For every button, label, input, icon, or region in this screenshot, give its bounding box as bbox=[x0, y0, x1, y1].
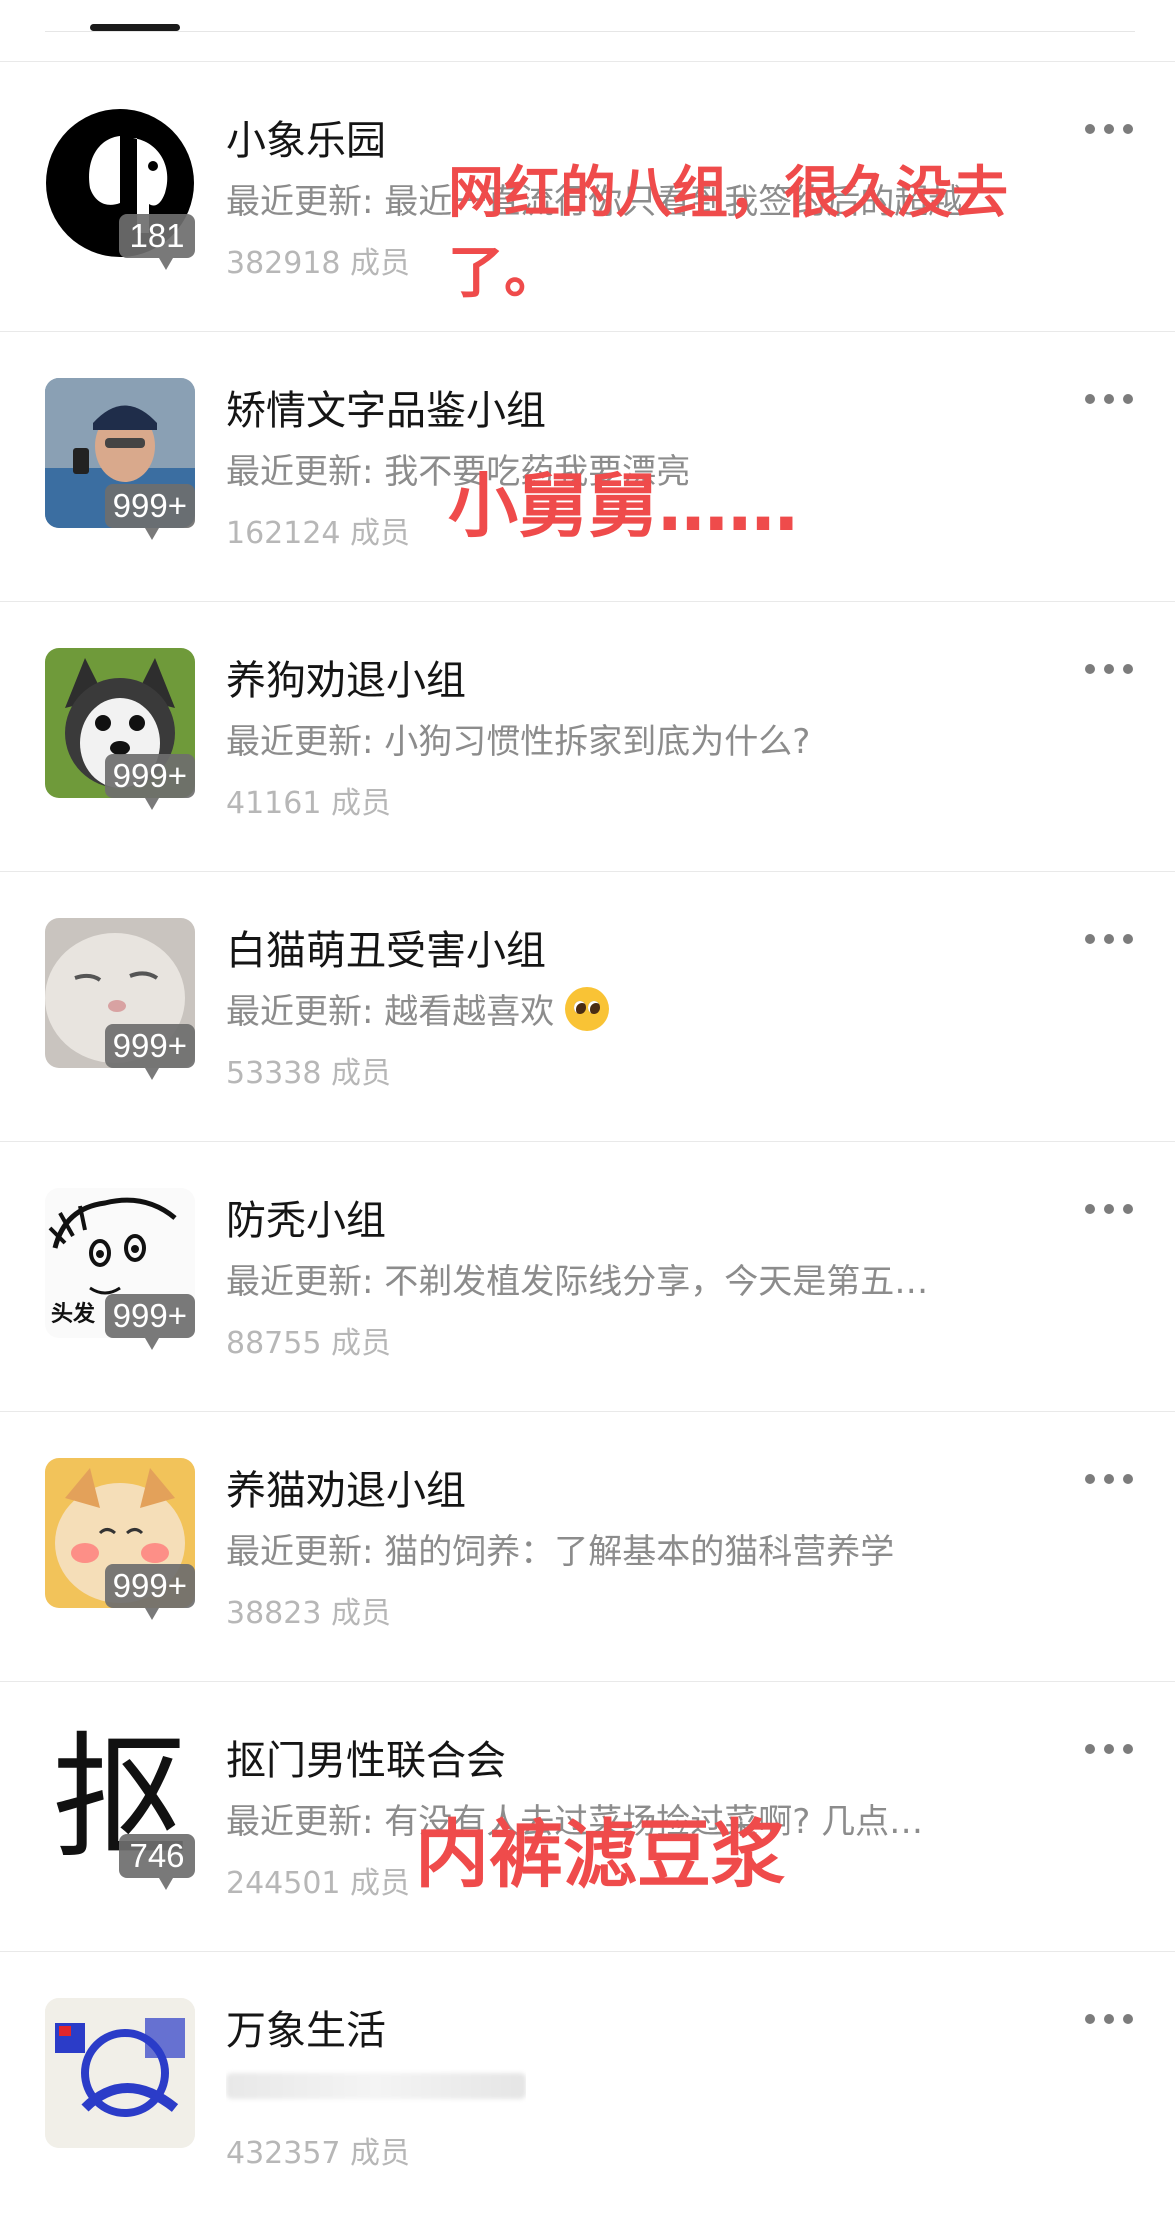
group-title[interactable]: 万象生活 bbox=[226, 1998, 386, 2056]
member-count: 382918 成员 bbox=[226, 246, 411, 281]
unread-count-badge: 999+ bbox=[104, 1024, 195, 1080]
unread-count-badge: 999+ bbox=[104, 754, 195, 810]
group-title[interactable]: 白猫萌丑受害小组 bbox=[226, 918, 546, 976]
group-title[interactable]: 抠门男性联合会 bbox=[226, 1728, 506, 1786]
group-avatar[interactable]: 999+ bbox=[45, 378, 195, 540]
member-count: 244501 成员 bbox=[226, 1866, 411, 1901]
member-count: 53338 成员 bbox=[226, 1056, 391, 1091]
group-row[interactable]: 999+ 养狗劝退小组 最近更新: 小狗习惯性拆家到底为什么? 41161 成员 bbox=[0, 601, 1175, 871]
group-title[interactable]: 矫情文字品鉴小组 bbox=[226, 378, 546, 436]
member-count: 88755 成员 bbox=[226, 1326, 391, 1361]
member-count: 432357 成员 bbox=[226, 2136, 411, 2171]
unread-count-badge: 999+ bbox=[104, 1564, 195, 1620]
group-row[interactable]: 万象生活 432357 成员 bbox=[0, 1951, 1175, 2221]
group-row[interactable]: 999+ 白猫萌丑受害小组 最近更新: 越看越喜欢 53338 成员 bbox=[0, 871, 1175, 1141]
group-row[interactable]: 999+ 养猫劝退小组 最近更新: 猫的饲养：了解基本的猫科营养学 38823 … bbox=[0, 1411, 1175, 1681]
unread-count-badge: 181 bbox=[119, 214, 195, 270]
unread-count-badge: 999+ bbox=[104, 484, 195, 540]
latest-update-blurred bbox=[226, 2064, 526, 2104]
member-count: 162124 成员 bbox=[226, 516, 411, 551]
latest-update: 最近更新: 猫的饲养：了解基本的猫科营养学 bbox=[226, 1532, 895, 1572]
annotation-text: 内裤滤豆浆 bbox=[415, 1812, 785, 1898]
annotation-text: 小舅舅…… bbox=[448, 465, 798, 547]
more-options-icon[interactable] bbox=[1085, 392, 1133, 406]
annotation-text: 了。 bbox=[448, 241, 560, 306]
unread-count-badge: 746 bbox=[119, 1834, 195, 1890]
group-avatar[interactable]: 抠 746 bbox=[45, 1728, 195, 1890]
member-count: 41161 成员 bbox=[226, 786, 391, 821]
more-options-icon[interactable] bbox=[1085, 1472, 1133, 1486]
top-tab-indicator bbox=[90, 24, 180, 31]
group-avatar[interactable]: 999+ bbox=[45, 1458, 195, 1620]
avatar-illustration bbox=[45, 1998, 195, 2148]
latest-update: 最近更新: 小狗习惯性拆家到底为什么? bbox=[226, 722, 811, 762]
more-options-icon[interactable] bbox=[1085, 122, 1133, 136]
group-title[interactable]: 防秃小组 bbox=[226, 1188, 386, 1246]
group-title[interactable]: 养狗劝退小组 bbox=[226, 648, 466, 706]
more-options-icon[interactable] bbox=[1085, 1202, 1133, 1216]
more-options-icon[interactable] bbox=[1085, 662, 1133, 676]
group-title[interactable]: 小象乐园 bbox=[226, 108, 386, 166]
avatar-caption: 头发 bbox=[51, 1302, 96, 1327]
group-title[interactable]: 养猫劝退小组 bbox=[226, 1458, 466, 1516]
more-options-icon[interactable] bbox=[1085, 2012, 1133, 2026]
group-avatar[interactable]: 头发 999+ bbox=[45, 1188, 195, 1350]
member-count: 38823 成员 bbox=[226, 1596, 391, 1631]
group-avatar[interactable]: 999+ bbox=[45, 918, 195, 1080]
top-divider bbox=[45, 31, 1135, 32]
group-avatar[interactable] bbox=[45, 1998, 195, 2148]
more-options-icon[interactable] bbox=[1085, 1742, 1133, 1756]
group-row[interactable]: 头发 999+ 防秃小组 最近更新: 不剃发植发际线分享，今天是第五… 8875… bbox=[0, 1141, 1175, 1411]
pleading-face-emoji-icon bbox=[565, 987, 610, 1031]
group-avatar[interactable]: 181 bbox=[45, 108, 195, 270]
more-options-icon[interactable] bbox=[1085, 932, 1133, 946]
latest-update: 最近更新: 不剃发植发际线分享，今天是第五… bbox=[226, 1262, 929, 1302]
latest-update: 最近更新: 越看越喜欢 bbox=[226, 984, 610, 1033]
unread-count-badge: 999+ bbox=[104, 1294, 195, 1350]
group-avatar[interactable]: 999+ bbox=[45, 648, 195, 810]
annotation-text: 网红的八组，很久没去 bbox=[448, 161, 1008, 226]
